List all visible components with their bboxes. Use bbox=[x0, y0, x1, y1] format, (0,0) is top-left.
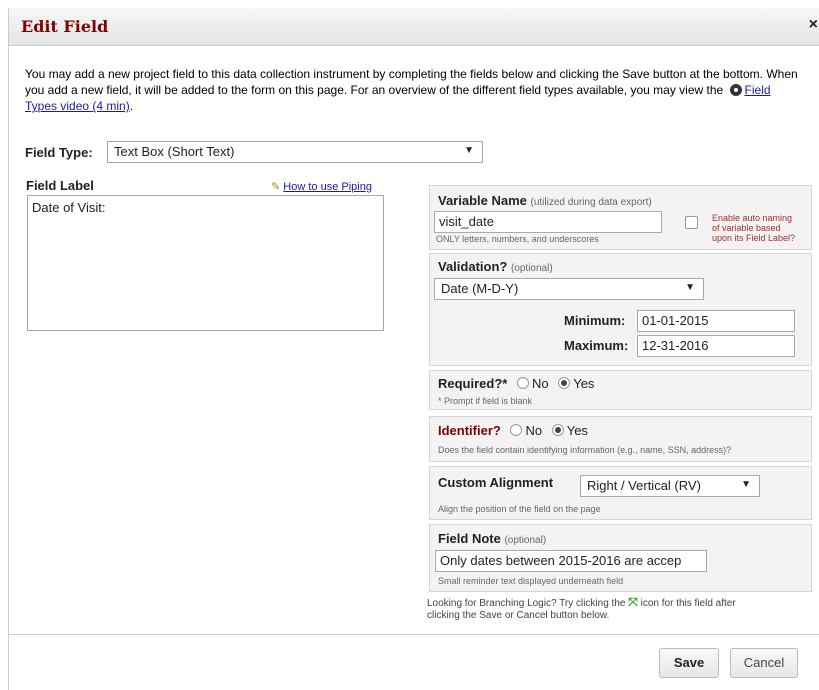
field-note-panel: Field Note (optional) Only dates between… bbox=[429, 524, 812, 592]
auto-naming-line3: upon its Field Label? bbox=[712, 233, 796, 243]
variable-name-note: (utilized during data export) bbox=[530, 197, 652, 208]
field-note-title: Field Note bbox=[438, 531, 501, 546]
dialog-titlebar: Edit Field × bbox=[9, 8, 819, 46]
variable-name-input[interactable]: visit_date bbox=[434, 211, 662, 233]
identifier-no-radio[interactable] bbox=[510, 424, 523, 436]
auto-naming-line2: of variable based bbox=[712, 223, 781, 233]
identifier-yes-radio[interactable] bbox=[551, 424, 564, 436]
identifier-no-label: No bbox=[525, 423, 543, 438]
branching-logic-hint: Looking for Branching Logic? Try clickin… bbox=[427, 596, 736, 622]
maximum-label: Maximum: bbox=[564, 338, 629, 353]
chevron-down-icon: ▼ bbox=[685, 282, 695, 293]
intro-end: . bbox=[129, 99, 134, 113]
field-label-heading: Field Label bbox=[26, 178, 94, 193]
validation-heading: Validation? (optional) bbox=[438, 259, 553, 274]
field-note-input[interactable]: Only dates between 2015-2016 are accep bbox=[435, 550, 707, 572]
intro-body: You may add a new project field to this … bbox=[25, 67, 798, 97]
variable-name-panel: Variable Name (utilized during data expo… bbox=[429, 185, 812, 250]
required-hint: * Prompt if field is blank bbox=[438, 396, 533, 406]
validation-note: (optional) bbox=[510, 263, 553, 274]
validation-value: Date (M-D-Y) bbox=[441, 281, 519, 296]
minimum-input[interactable]: 01-01-2015 bbox=[637, 310, 795, 332]
required-row: Required?* No Yes bbox=[438, 376, 594, 391]
chevron-down-icon: ▼ bbox=[464, 145, 474, 156]
auto-naming-label: Enable auto naming of variable based upo… bbox=[712, 213, 795, 243]
identifier-title: Identifier? bbox=[438, 423, 501, 438]
maximum-input[interactable]: 12-31-2016 bbox=[637, 335, 795, 357]
required-no-radio[interactable] bbox=[516, 377, 529, 389]
branching-line2: clicking the Save or Cancel button below… bbox=[427, 610, 610, 621]
pencil-icon: ✎ bbox=[271, 181, 281, 193]
footer-divider bbox=[9, 634, 819, 635]
alignment-hint: Align the position of the field on the p… bbox=[438, 504, 601, 514]
edit-field-dialog: Edit Field × You may add a new project f… bbox=[8, 8, 819, 690]
required-no-label: No bbox=[531, 376, 549, 391]
alignment-panel: Custom Alignment Right / Vertical (RV) ▼… bbox=[429, 466, 812, 520]
identifier-row: Identifier? No Yes bbox=[438, 423, 588, 438]
branch-icon: ⤧ bbox=[628, 595, 638, 609]
validation-panel: Validation? (optional) Date (M-D-Y) ▼ Mi… bbox=[429, 253, 812, 366]
minimum-label: Minimum: bbox=[564, 313, 626, 328]
alignment-select[interactable]: Right / Vertical (RV) ▼ bbox=[580, 475, 760, 497]
identifier-hint: Does the field contain identifying infor… bbox=[438, 445, 732, 455]
variable-name-heading: Variable Name (utilized during data expo… bbox=[438, 193, 652, 208]
dialog-title: Edit Field bbox=[21, 17, 109, 36]
how-to-use-piping-link[interactable]: How to use Piping bbox=[283, 181, 372, 193]
close-icon[interactable]: × bbox=[809, 16, 818, 34]
required-title: Required?* bbox=[438, 376, 508, 391]
required-yes-label: Yes bbox=[573, 376, 595, 391]
alignment-value: Right / Vertical (RV) bbox=[587, 478, 701, 493]
variable-name-title: Variable Name bbox=[438, 193, 527, 208]
validation-title: Validation? bbox=[438, 259, 508, 274]
piping-help[interactable]: ✎ How to use Piping bbox=[271, 180, 372, 193]
field-note-hint: Small reminder text displayed underneath… bbox=[438, 576, 624, 586]
field-note-note: (optional) bbox=[504, 535, 547, 546]
variable-name-hint: ONLY letters, numbers, and underscores bbox=[436, 234, 599, 244]
auto-naming-line1: Enable auto naming bbox=[712, 213, 793, 223]
field-note-heading: Field Note (optional) bbox=[438, 531, 546, 546]
field-type-label: Field Type: bbox=[25, 145, 93, 160]
auto-naming-checkbox[interactable] bbox=[685, 216, 698, 229]
required-panel: Required?* No Yes * Prompt if field is b… bbox=[429, 370, 812, 410]
identifier-panel: Identifier? No Yes Does the field contai… bbox=[429, 416, 812, 462]
branching-text-before: Looking for Branching Logic? Try clickin… bbox=[427, 598, 626, 609]
identifier-yes-label: Yes bbox=[566, 423, 588, 438]
field-label-textarea[interactable]: Date of Visit: bbox=[27, 195, 384, 331]
save-button[interactable]: Save bbox=[659, 648, 719, 678]
field-type-value: Text Box (Short Text) bbox=[114, 144, 235, 159]
branching-text-after: icon for this field after bbox=[640, 598, 736, 609]
field-type-select[interactable]: Text Box (Short Text) ▼ bbox=[107, 141, 483, 163]
validation-select[interactable]: Date (M-D-Y) ▼ bbox=[434, 278, 704, 300]
required-yes-radio[interactable] bbox=[558, 377, 571, 389]
cancel-button[interactable]: Cancel bbox=[730, 648, 798, 678]
film-reel-icon bbox=[729, 84, 742, 96]
chevron-down-icon: ▼ bbox=[741, 479, 751, 490]
intro-text: You may add a new project field to this … bbox=[25, 66, 805, 114]
alignment-heading: Custom Alignment bbox=[438, 475, 554, 490]
